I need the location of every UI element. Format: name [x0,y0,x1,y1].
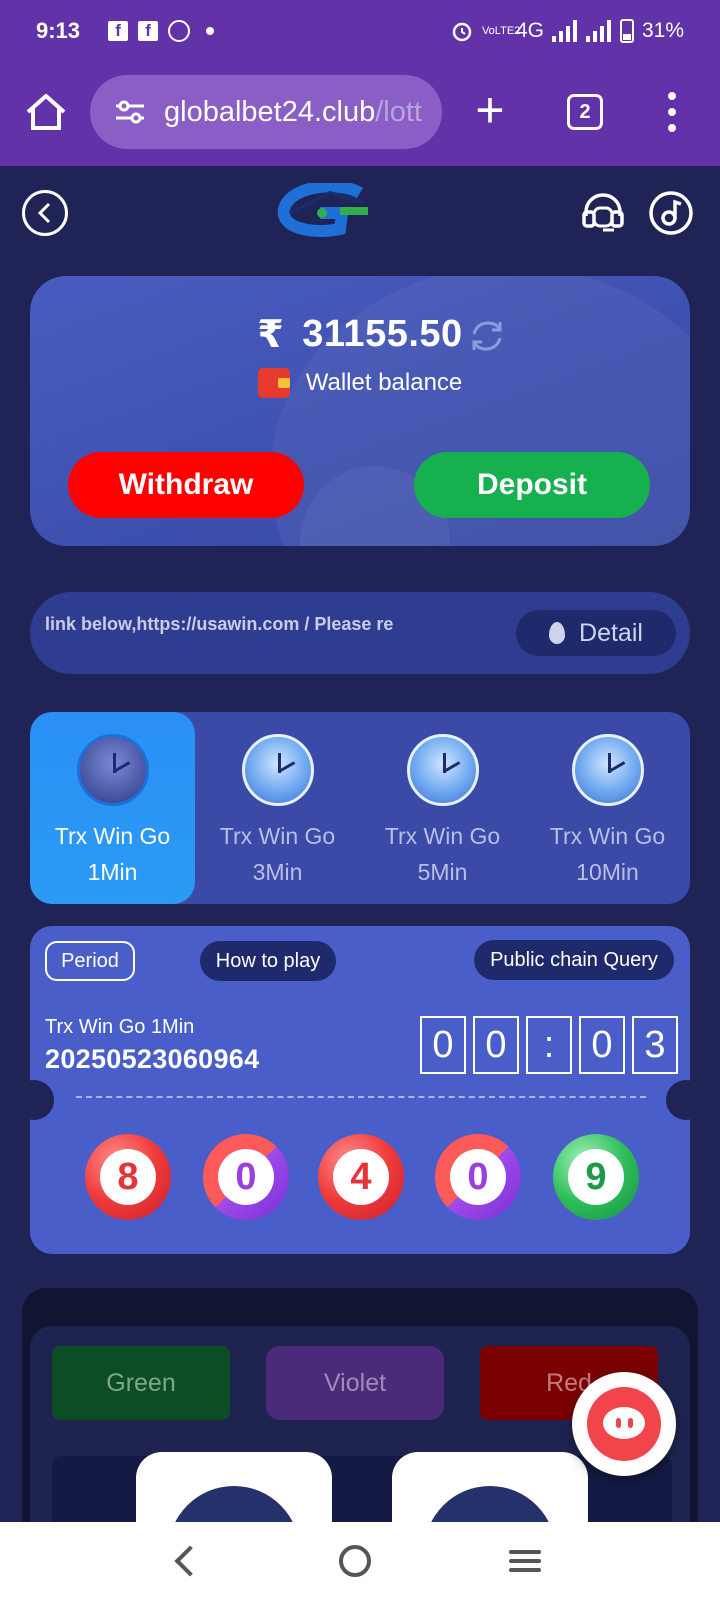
system-navigation-bar [0,1522,720,1600]
chevron-left-icon [37,202,51,224]
wallet-label-row: Wallet balance [30,368,690,398]
tab-switcher-button[interactable]: 2 [567,94,603,130]
tab-label-line1: Trx Win Go [54,823,171,849]
customer-service-icon[interactable] [580,190,626,236]
deposit-button[interactable]: Deposit [414,452,650,518]
more-notifications-dot-icon [206,27,215,35]
result-ball: 9 [553,1134,639,1220]
wallet-icon [257,368,290,398]
public-chain-query-button[interactable]: Public chain Query [474,940,674,980]
refresh-icon[interactable] [468,318,506,354]
notification-icons: f f [108,20,215,42]
clock-icon [241,734,314,806]
game-mode-tabs: Trx Win Go 1Min Trx Win Go 3Min Trx Win … [30,712,690,904]
address-bar[interactable]: globalbet24.club/lott [90,75,442,149]
back-button[interactable] [22,190,68,236]
tab-label-line2: 10Min [576,859,639,885]
browser-toolbar: globalbet24.club/lott + 2 [0,62,720,166]
tab-label-line1: Trx Win Go [384,823,501,849]
wallet-balance-amount: 31155.50 [302,313,463,355]
nav-back-icon[interactable] [174,1545,206,1577]
timer-separator: : [526,1016,572,1074]
timer-digit: 0 [579,1016,625,1074]
detail-label: Detail [579,618,643,647]
music-toggle-icon[interactable] [648,190,694,236]
home-icon[interactable] [24,90,68,134]
tab-count: 2 [579,100,591,123]
tab-label-line2: 1Min [87,859,138,885]
tab-trx-win-go-5min[interactable]: Trx Win Go 5Min [360,712,525,904]
tab-label-line2: 5Min [417,859,468,885]
currency-symbol: ₹ [257,314,285,356]
clock-icon [406,734,479,806]
volte-label: VoLTE2 [481,24,521,37]
ball-number: 4 [333,1149,389,1205]
wallet-balance-label: Wallet balance [305,369,463,396]
wallet-card: ₹ 31155.50 Wallet balance Withdraw Depos… [30,276,690,546]
period-card: Period How to play Public chain Query Tr… [14,926,706,1254]
result-ball: 0 [435,1134,521,1220]
timer-digit: 3 [632,1016,678,1074]
overflow-menu-icon[interactable] [666,92,678,132]
system-icons: VoLTE2 4G 31% [450,19,684,43]
result-balls: 8 0 4 0 9 [85,1134,645,1224]
facebook-icon: f [108,21,129,41]
chat-icon [587,1387,661,1461]
network-type: 4G [515,19,544,42]
nav-home-icon[interactable] [339,1545,371,1577]
chat-bubble-button[interactable] [572,1372,676,1476]
messenger-icon [168,20,191,42]
clock-icon [571,734,644,806]
url-text: globalbet24.club/lott [164,96,422,129]
tab-trx-win-go-10min[interactable]: Trx Win Go 10Min [525,712,690,904]
facebook-icon: f [138,21,159,41]
battery-icon [619,19,634,43]
signal-icon [551,20,577,42]
url-path: /lott [375,95,422,128]
notice-bar: link below,https://usawin.com / Please r… [30,592,690,674]
alarm-icon [452,22,472,42]
signal-icon-2 [585,20,611,42]
clock-icon [76,734,149,806]
fire-icon [549,622,566,644]
detail-button[interactable]: Detail [516,610,676,656]
game-name: Trx Win Go 1Min [45,1016,195,1038]
notice-text: link below,https://usawin.com / Please r… [45,614,394,634]
ball-number: 9 [568,1149,624,1205]
dashed-divider [76,1096,646,1098]
timer-digit: 0 [473,1016,519,1074]
ball-number: 0 [450,1149,506,1205]
status-bar: 9:13 f f VoLTE2 4G 31% [0,0,720,62]
withdraw-button[interactable]: Withdraw [68,452,304,518]
nav-recents-icon[interactable] [509,1550,541,1572]
site-settings-icon[interactable] [114,98,146,126]
period-number: 20250523060964 [45,1044,260,1074]
how-to-play-button[interactable]: How to play [200,941,336,981]
ball-number: 0 [218,1149,274,1205]
period-button[interactable]: Period [45,941,135,981]
timer-digit: 0 [420,1016,466,1074]
balance-row: ₹ 31155.50 [30,312,690,357]
site-logo [277,183,368,237]
result-ball: 8 [85,1134,171,1220]
tab-label-line2: 3Min [252,859,303,885]
tab-label-line1: Trx Win Go [549,823,666,849]
battery-percent: 31% [641,19,684,42]
status-time: 9:13 [36,18,81,43]
tab-label-line1: Trx Win Go [219,823,336,849]
new-tab-icon[interactable]: + [470,85,510,135]
result-ball: 4 [318,1134,404,1220]
bet-green-button[interactable]: Green [52,1346,230,1420]
ball-number: 8 [100,1149,156,1205]
tab-trx-win-go-1min[interactable]: Trx Win Go 1Min [30,712,195,904]
tab-trx-win-go-3min[interactable]: Trx Win Go 3Min [195,712,360,904]
url-domain: globalbet24.club [164,95,376,128]
countdown-timer: 0 0 : 0 3 [420,1016,678,1074]
result-ball: 0 [203,1134,289,1220]
bet-violet-button[interactable]: Violet [266,1346,444,1420]
